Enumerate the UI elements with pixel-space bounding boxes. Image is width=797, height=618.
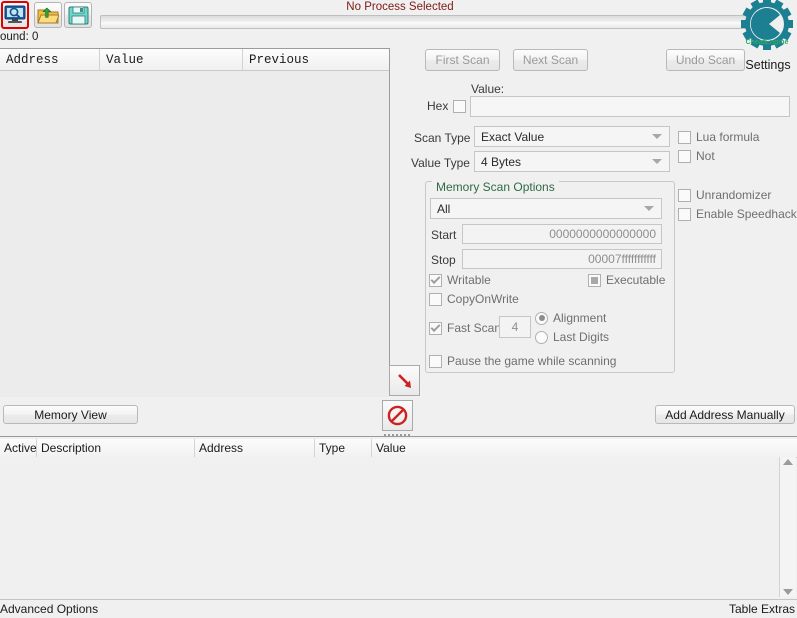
executable-label: Executable: [606, 273, 666, 287]
open-process-icon[interactable]: [1, 1, 29, 29]
found-count-label: ound: 0: [0, 31, 39, 43]
hex-label: Hex: [427, 99, 449, 113]
writable-checkbox[interactable]: [429, 273, 442, 287]
hex-checkbox-row[interactable]: Hex: [427, 99, 467, 113]
pause-game-checkbox-row[interactable]: Pause the game while scanning: [429, 354, 616, 368]
alignment-label: Alignment: [553, 311, 607, 325]
copyonwrite-checkbox-row[interactable]: CopyOnWrite: [429, 292, 519, 306]
memory-region-value: All: [437, 201, 451, 216]
copyonwrite-checkbox[interactable]: [429, 292, 442, 306]
not-checkbox[interactable]: [678, 149, 691, 163]
scan-type-label: Scan Type: [414, 131, 471, 145]
value-type-label: Value Type: [411, 156, 470, 170]
svg-text:CheatEngine: CheatEngine: [746, 39, 789, 46]
table-extras-link[interactable]: Table Extras: [729, 602, 795, 616]
pause-game-checkbox[interactable]: [429, 354, 442, 368]
column-header-description[interactable]: Description: [37, 439, 195, 457]
chevron-down-icon: [652, 159, 662, 164]
open-file-icon[interactable]: [34, 2, 62, 28]
cheat-table-scrollbar[interactable]: [779, 457, 796, 597]
alignment-radio-row[interactable]: Alignment: [535, 311, 606, 325]
writable-checkbox-row[interactable]: Writable: [429, 273, 491, 287]
scroll-up-icon[interactable]: [783, 459, 793, 465]
first-scan-button[interactable]: First Scan: [425, 49, 500, 71]
cheat-table-body[interactable]: [0, 457, 779, 597]
undo-scan-button[interactable]: Undo Scan: [666, 49, 745, 71]
start-address-input[interactable]: 0000000000000000: [462, 224, 662, 244]
value-type-value: 4 Bytes: [481, 154, 522, 169]
unrandomizer-checkbox-row[interactable]: Unrandomizer: [678, 188, 771, 202]
process-status-label: No Process Selected: [346, 1, 454, 13]
fast-scan-label: Fast Scan: [447, 321, 502, 335]
column-header-value[interactable]: Value: [100, 49, 243, 70]
stop-address-label: Stop: [431, 253, 456, 267]
not-checkbox-row[interactable]: Not: [678, 149, 715, 163]
cheat-table-header: Active Description Address Type Value: [0, 439, 797, 458]
fast-scan-checkbox[interactable]: [429, 321, 442, 335]
enable-speedhack-checkbox-row[interactable]: Enable Speedhack: [678, 207, 797, 221]
save-file-icon[interactable]: [64, 2, 92, 28]
enable-speedhack-checkbox[interactable]: [678, 207, 691, 221]
executable-checkbox[interactable]: [588, 273, 601, 287]
copyonwrite-label: CopyOnWrite: [447, 292, 519, 306]
chevron-down-icon: [652, 134, 662, 139]
last-digits-radio-row[interactable]: Last Digits: [535, 330, 609, 344]
hex-checkbox[interactable]: [453, 99, 467, 113]
unrandomizer-label: Unrandomizer: [696, 188, 772, 202]
pause-game-label: Pause the game while scanning: [447, 354, 617, 368]
value-input[interactable]: [470, 96, 790, 117]
last-digits-label: Last Digits: [553, 330, 610, 344]
move-to-table-arrow-icon[interactable]: [389, 365, 420, 396]
not-label: Not: [696, 149, 715, 163]
value-label: Value:: [471, 82, 505, 96]
chevron-down-icon: [644, 206, 654, 211]
unrandomizer-checkbox[interactable]: [678, 188, 691, 202]
scan-type-dropdown[interactable]: Exact Value: [474, 126, 670, 147]
column-header-previous[interactable]: Previous: [243, 49, 389, 70]
memory-scan-options-title: Memory Scan Options: [432, 180, 559, 194]
scan-results-body[interactable]: [0, 71, 389, 397]
column-header-type[interactable]: Type: [315, 439, 372, 457]
fast-scan-checkbox-row[interactable]: Fast Scan: [429, 321, 501, 335]
lua-formula-checkbox-row[interactable]: Lua formula: [678, 130, 759, 144]
advanced-options-link[interactable]: Advanced Options: [0, 602, 98, 616]
lua-formula-checkbox[interactable]: [678, 130, 691, 144]
executable-checkbox-row[interactable]: Executable: [588, 273, 665, 287]
add-address-manually-button[interactable]: Add Address Manually: [655, 405, 795, 424]
table-separator: [0, 436, 797, 437]
scroll-down-icon[interactable]: [783, 589, 793, 595]
stop-address-input[interactable]: 00007fffffffffff: [462, 249, 662, 269]
lua-formula-label: Lua formula: [696, 130, 760, 144]
column-header-value[interactable]: Value: [372, 439, 797, 457]
toolbar: No Process Selected: [0, 0, 797, 30]
start-address-label: Start: [431, 228, 457, 242]
scan-results-panel[interactable]: Address Value Previous: [0, 48, 390, 397]
cheat-engine-logo-icon[interactable]: CheatEngine: [739, 0, 795, 54]
scan-results-header: Address Value Previous: [0, 49, 389, 71]
next-scan-button[interactable]: Next Scan: [513, 49, 588, 71]
scan-progress-bar: [100, 15, 755, 29]
settings-label[interactable]: Settings: [739, 58, 797, 72]
alignment-radio[interactable]: [535, 311, 548, 325]
status-bar: [0, 599, 797, 618]
column-header-active[interactable]: Active: [0, 439, 37, 457]
column-header-address[interactable]: Address: [0, 49, 100, 70]
memory-view-button[interactable]: Memory View: [3, 405, 138, 424]
enable-speedhack-label: Enable Speedhack: [696, 207, 797, 221]
writable-label: Writable: [447, 273, 491, 287]
no-entry-icon[interactable]: [382, 400, 413, 431]
memory-region-dropdown[interactable]: All: [430, 198, 662, 219]
column-header-address[interactable]: Address: [195, 439, 315, 457]
last-digits-radio[interactable]: [535, 330, 548, 344]
scan-type-value: Exact Value: [481, 129, 545, 144]
fast-scan-value-input[interactable]: 4: [499, 316, 531, 338]
value-type-dropdown[interactable]: 4 Bytes: [474, 151, 670, 172]
